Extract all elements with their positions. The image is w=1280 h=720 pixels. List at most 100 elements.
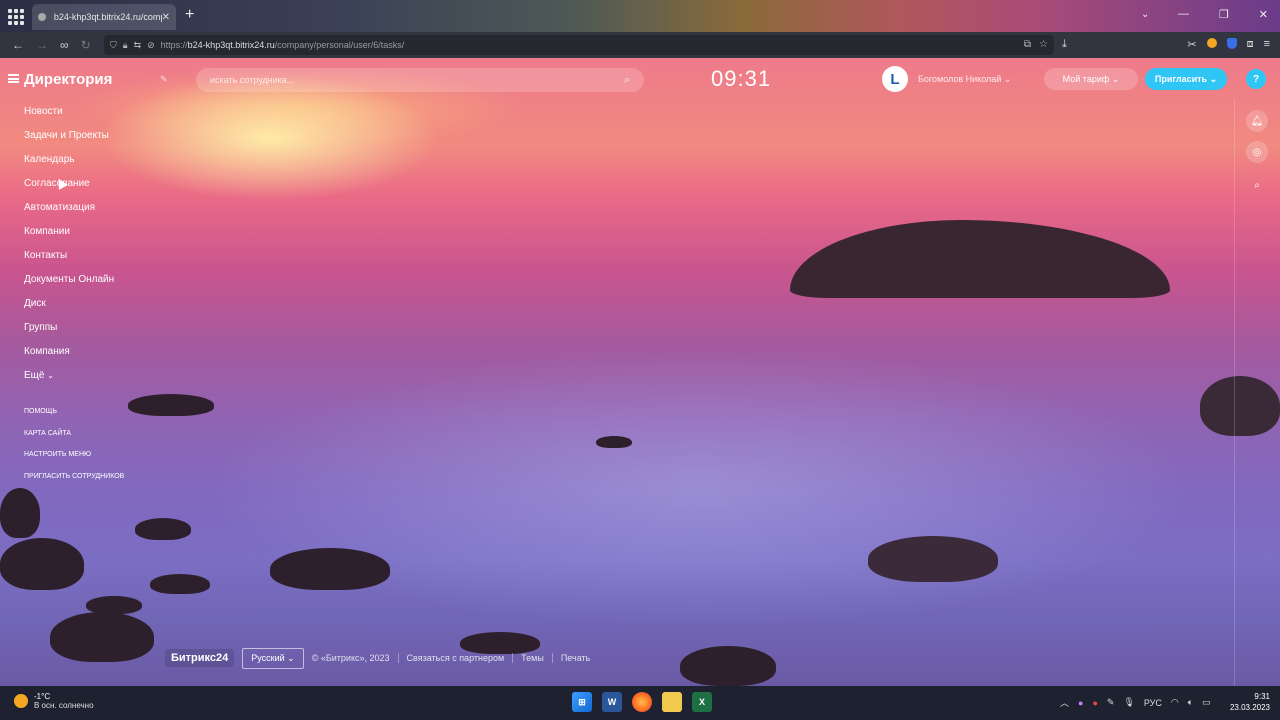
- permissions-icon[interactable]: ⇆: [134, 40, 142, 51]
- tray-overflow-icon[interactable]: ︿: [1060, 696, 1069, 709]
- lock-icon[interactable]: 🔒︎: [123, 40, 128, 51]
- menu-item-disk[interactable]: Диск: [24, 297, 114, 321]
- background-rock: [596, 436, 632, 448]
- submenu-help[interactable]: помощь: [24, 408, 124, 430]
- browser-tab-bar: b24-khp3qt.bitrix24.ru/compar ✕ + ⌄ — ❐ …: [0, 0, 1280, 32]
- new-tab-icon[interactable]: +: [185, 6, 194, 24]
- menu-item-companies[interactable]: Компании: [24, 225, 114, 249]
- browser-nav-bar: ← → ∞ ↻ ⛉ 🔒︎ ⇆ ⊘ https://b24-khp3qt.bitr…: [0, 32, 1280, 58]
- tray-date: 23.03.2023: [1229, 703, 1270, 712]
- pocket-icon[interactable]: [1206, 38, 1217, 48]
- footer-brand[interactable]: Битрикс24: [165, 649, 235, 667]
- weather-widget[interactable]: -1°C В осн. солнечно: [14, 692, 94, 710]
- footer-divider: [551, 653, 553, 663]
- apps-grid-icon[interactable]: [6, 7, 24, 25]
- start-windows-icon[interactable]: ⊞: [572, 692, 592, 712]
- bookmark-star-icon[interactable]: ☆: [1039, 39, 1048, 50]
- background-rock: [0, 538, 84, 590]
- weather-temp: -1°C: [34, 692, 51, 701]
- system-tray: ︿ ● ● ✎ 🎙︎ РУС ◠ 🔈︎ ▭: [1060, 696, 1211, 709]
- keyboard-language[interactable]: РУС: [1144, 698, 1162, 708]
- background-rock: [86, 596, 142, 614]
- app-menu-icon[interactable]: ≡: [1264, 38, 1270, 51]
- os-taskbar: -1°C В осн. солнечно ⊞ W X ︿ ● ● ✎ 🎙︎ РУ…: [0, 686, 1280, 720]
- menu-item-approval[interactable]: Согласование: [24, 177, 114, 201]
- menu-item-groups[interactable]: Группы: [24, 321, 114, 345]
- private-mask-icon[interactable]: ∞: [60, 38, 69, 52]
- close-tab-icon[interactable]: ✕: [162, 12, 170, 23]
- help-button[interactable]: ?: [1246, 69, 1266, 89]
- submenu-sitemap[interactable]: карта сайта: [24, 430, 124, 452]
- background-rock: [0, 488, 40, 538]
- background-rock: [868, 536, 998, 582]
- menu-item-contacts[interactable]: Контакты: [24, 249, 114, 273]
- word-icon[interactable]: W: [602, 692, 622, 712]
- submenu-configure-menu[interactable]: настроить меню: [24, 451, 124, 473]
- tray-clock[interactable]: 9:31 23.03.2023: [1230, 691, 1270, 713]
- translate-icon[interactable]: ⧉: [1024, 39, 1031, 50]
- footer-partner-link[interactable]: Связаться с партнером: [407, 653, 505, 663]
- close-window-icon[interactable]: ✕: [1259, 8, 1268, 21]
- menu-item-tasks[interactable]: Задачи и Проекты: [24, 129, 114, 153]
- microphone-icon[interactable]: 🎙︎: [1123, 697, 1134, 708]
- menu-item-more[interactable]: Ещё ⌄: [24, 369, 114, 393]
- address-bar[interactable]: ⛉ 🔒︎ ⇆ ⊘ https://b24-khp3qt.bitrix24.ru/…: [104, 35, 1054, 55]
- right-sidebar: 🔔︎ ◎ ⌕: [1234, 98, 1280, 686]
- file-explorer-icon[interactable]: [662, 692, 682, 712]
- tray-chrome-icon[interactable]: ●: [1092, 698, 1097, 708]
- chat-icon[interactable]: ◎: [1246, 141, 1268, 163]
- reload-icon[interactable]: ↻: [81, 38, 91, 52]
- hamburger-menu-icon[interactable]: [8, 74, 19, 83]
- tab-list-chevron-icon[interactable]: ⌄: [1141, 9, 1149, 20]
- footer-themes-link[interactable]: Темы: [521, 653, 544, 663]
- weather-desc: В осн. солнечно: [34, 701, 94, 710]
- menu-item-company[interactable]: Компания: [24, 345, 114, 369]
- notifications-bell-icon[interactable]: 🔔︎: [1246, 110, 1268, 132]
- background-rock: [790, 220, 1170, 298]
- sidebar-search-icon[interactable]: ⌕: [1246, 174, 1268, 196]
- volume-icon[interactable]: 🔈︎: [1188, 697, 1193, 708]
- avatar[interactable]: L: [882, 66, 908, 92]
- restore-icon[interactable]: ❐: [1219, 8, 1229, 21]
- shield-outline-icon[interactable]: ⛉: [110, 40, 117, 51]
- screenshot-icon[interactable]: ✂: [1187, 38, 1196, 51]
- search-icon[interactable]: ⌕: [624, 74, 630, 87]
- tab-title: b24-khp3qt.bitrix24.ru/compar: [53, 12, 162, 22]
- background-rock: [135, 518, 191, 540]
- menu-item-news[interactable]: Новости: [24, 105, 114, 129]
- my-tariff-button[interactable]: Мой тариф ⌄: [1044, 68, 1138, 90]
- battery-icon[interactable]: ▭: [1202, 697, 1211, 708]
- left-menu: Новости Задачи и Проекты Календарь Согла…: [24, 105, 114, 393]
- excel-icon[interactable]: X: [692, 692, 712, 712]
- footer-print-link[interactable]: Печать: [561, 653, 590, 663]
- tray-app-icon[interactable]: ●: [1078, 698, 1083, 708]
- tray-pen-icon[interactable]: ✎: [1107, 697, 1115, 708]
- header-clock[interactable]: 09:31: [711, 66, 771, 92]
- firefox-icon[interactable]: [632, 692, 652, 712]
- menu-item-documents[interactable]: Документы Онлайн: [24, 273, 114, 297]
- invite-button[interactable]: Пригласить ⌄: [1145, 68, 1227, 90]
- extensions-icon[interactable]: ⧈: [1247, 38, 1254, 51]
- left-submenu: помощь карта сайта настроить меню пригла…: [24, 408, 124, 495]
- footer-divider: [512, 653, 514, 663]
- menu-item-automation[interactable]: Автоматизация: [24, 201, 114, 225]
- menu-item-calendar[interactable]: Календарь: [24, 153, 114, 177]
- footer-copyright: © «Битрикс», 2023: [311, 653, 390, 663]
- wifi-icon[interactable]: ◠: [1171, 697, 1179, 708]
- browser-tab[interactable]: b24-khp3qt.bitrix24.ru/compar ✕: [32, 4, 176, 30]
- submenu-invite-employees[interactable]: пригласить сотрудников: [24, 473, 124, 495]
- download-icon[interactable]: ⤓: [1062, 38, 1067, 51]
- search-input[interactable]: искать сотрудника... ⌕: [196, 68, 644, 92]
- background-mist: [0, 308, 1280, 686]
- portal-logo[interactable]: Директория: [24, 71, 112, 88]
- background-rock: [150, 574, 210, 594]
- forward-icon[interactable]: →: [36, 38, 48, 52]
- back-icon[interactable]: ←: [12, 38, 24, 52]
- language-select[interactable]: Русский ⌄: [242, 647, 304, 669]
- background-rock: [680, 646, 776, 686]
- minimize-icon[interactable]: —: [1178, 8, 1189, 21]
- user-name[interactable]: Богомолов Николай ⌄: [918, 74, 1011, 85]
- tab-favicon-icon: [38, 13, 46, 21]
- edit-pencil-icon[interactable]: ✎: [160, 74, 168, 85]
- bitwarden-icon[interactable]: [1226, 38, 1237, 49]
